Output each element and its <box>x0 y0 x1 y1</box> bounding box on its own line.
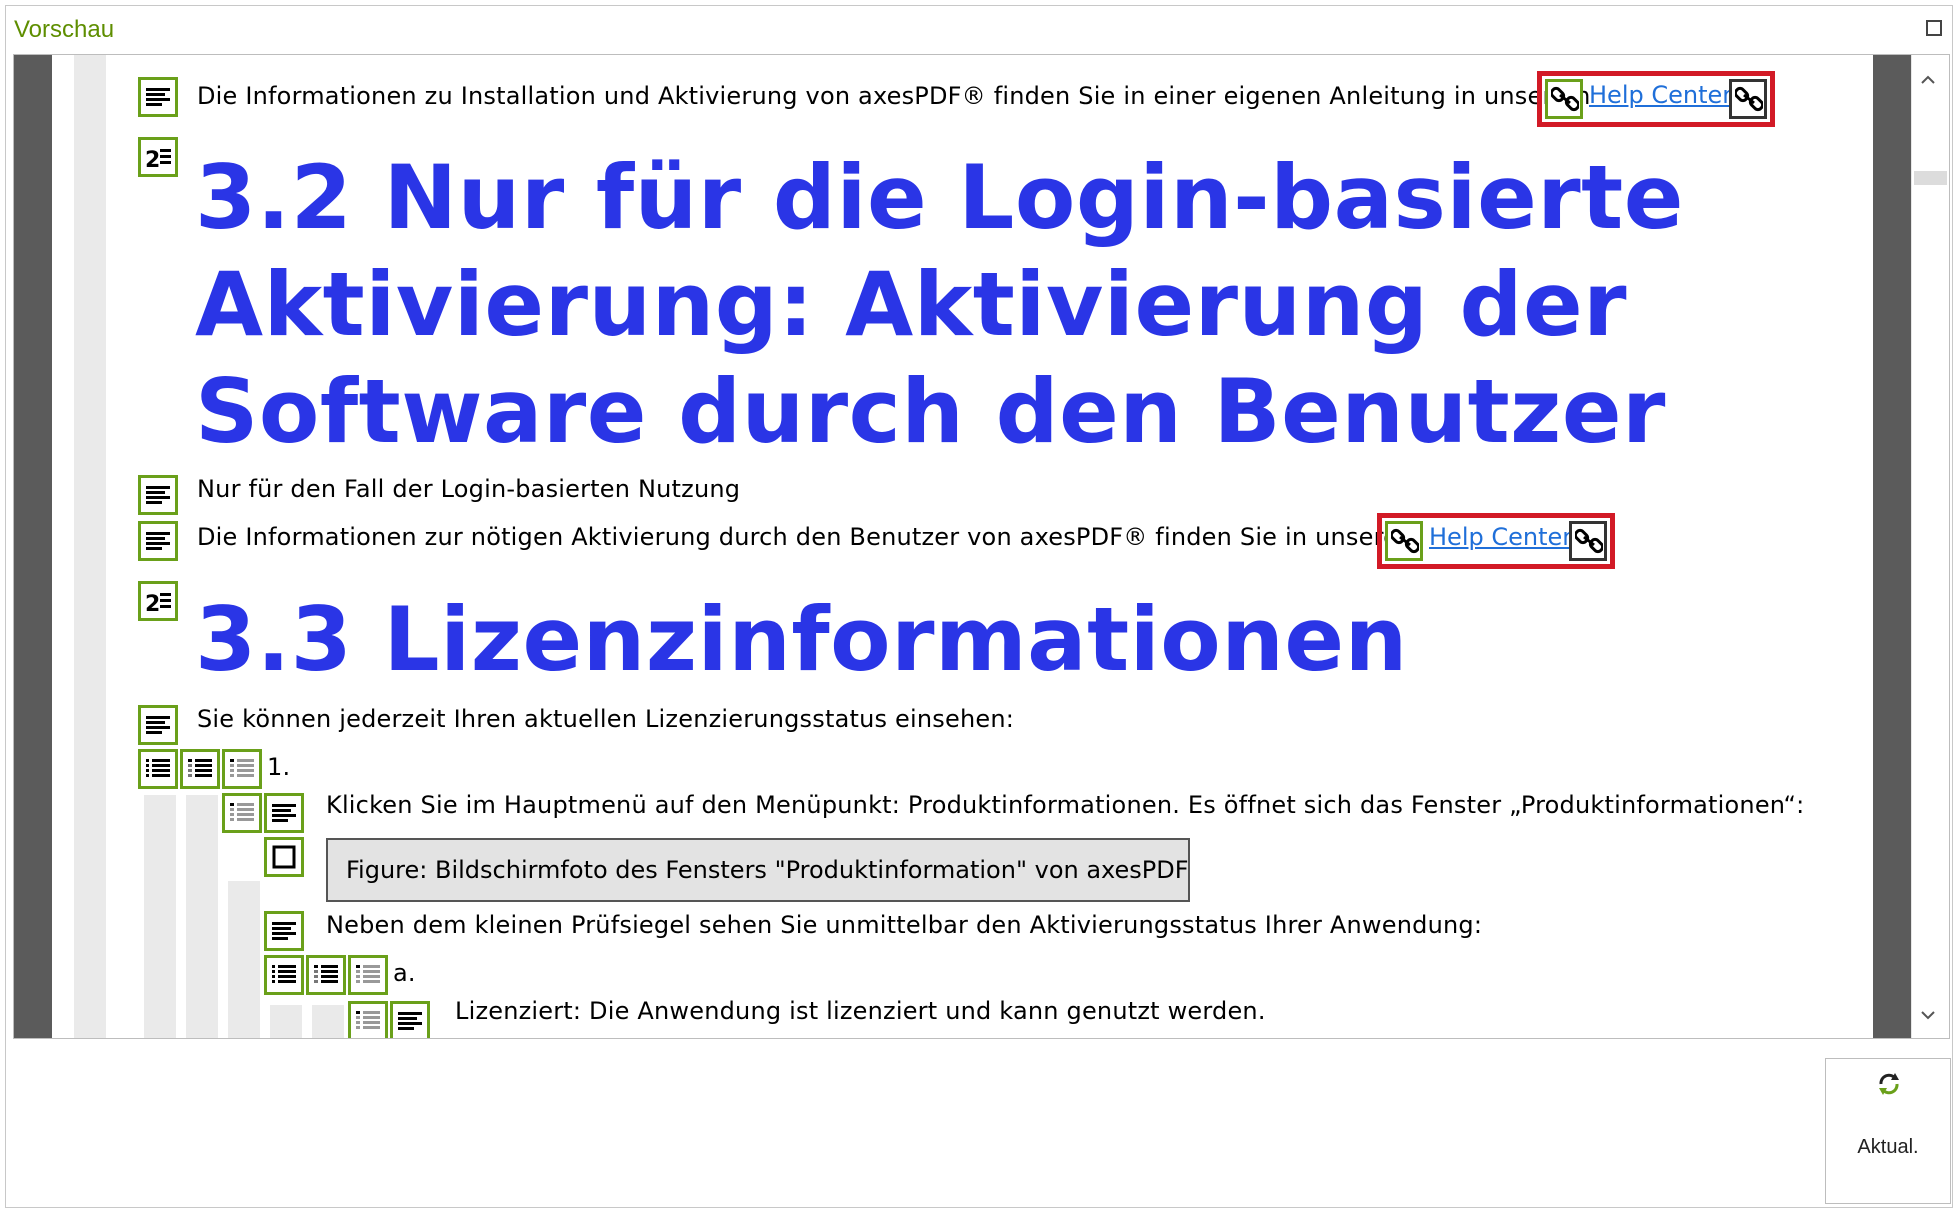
nesting-guide <box>74 55 106 1038</box>
help-center-link-highlight[interactable]: Help Center <box>1377 513 1615 569</box>
scroll-thumb[interactable] <box>1914 171 1947 185</box>
nesting-guide <box>312 1005 344 1038</box>
title-bar: Vorschau <box>6 6 1952 54</box>
scroll-down-icon[interactable] <box>1921 1008 1935 1022</box>
nesting-guide <box>144 795 176 1038</box>
paragraph-tag-icon[interactable] <box>264 793 304 833</box>
heading-3-2-line-1: 3.2 Nur für die Login-basierte <box>195 146 1684 249</box>
preview-viewport[interactable]: Die Informationen zu Installation und Ak… <box>13 54 1950 1039</box>
paragraph-text: Die Informationen zur nötigen Aktivierun… <box>197 523 1422 551</box>
paragraph-text: Nur für den Fall der Login-basierten Nut… <box>197 475 741 503</box>
list-item-tag-icon[interactable] <box>306 955 346 995</box>
help-center-link-highlight[interactable]: Help Center <box>1537 71 1775 127</box>
paragraph-text: Sie können jederzeit Ihren aktuellen Liz… <box>197 705 1015 733</box>
list-body-tag-icon[interactable] <box>222 793 262 833</box>
link-end-icon <box>1569 521 1607 561</box>
list-label-text: 1. <box>267 753 291 781</box>
link-start-icon <box>1385 521 1423 561</box>
nesting-guide <box>186 795 218 1038</box>
list-label-tag-icon[interactable] <box>348 955 388 995</box>
paragraph-tag-icon[interactable] <box>390 1001 430 1038</box>
right-margin-bar <box>1873 55 1911 1038</box>
paragraph-tag-icon[interactable] <box>138 475 178 515</box>
maximize-icon[interactable] <box>1926 20 1942 36</box>
list-tag-icon[interactable] <box>264 955 304 995</box>
list-body-tag-icon[interactable] <box>348 1001 388 1038</box>
paragraph-tag-icon[interactable] <box>138 705 178 745</box>
heading-3-2-line-2: Aktivierung: Aktivierung der <box>195 253 1628 356</box>
list-tag-icon[interactable] <box>138 749 178 789</box>
heading-2-tag-icon[interactable] <box>138 581 178 621</box>
scroll-up-icon[interactable] <box>1921 73 1935 87</box>
paragraph-tag-icon[interactable] <box>264 911 304 951</box>
vertical-scrollbar[interactable] <box>1911 55 1949 1038</box>
list-item-tag-icon[interactable] <box>180 749 220 789</box>
list-label-tag-icon[interactable] <box>222 749 262 789</box>
refresh-button[interactable]: Aktual. <box>1825 1058 1951 1204</box>
paragraph-text: Die Informationen zu Installation und Ak… <box>197 82 1591 110</box>
help-center-link[interactable]: Help Center <box>1429 523 1572 551</box>
nesting-guide <box>228 881 260 1038</box>
refresh-label: Aktual. <box>1857 1136 1919 1158</box>
preview-window: Vorschau Die Informationen zu Installati… <box>5 5 1953 1208</box>
list-label-text: a. <box>393 959 416 987</box>
heading-3-2-line-3: Software durch den Benutzer <box>195 360 1666 463</box>
heading-3-3: 3.3 Lizenzinformationen <box>195 588 1408 691</box>
link-start-icon <box>1545 79 1583 119</box>
nesting-guide <box>270 1005 302 1038</box>
paragraph-tag-icon[interactable] <box>138 521 178 561</box>
paragraph-text: Lizenziert: Die Anwendung ist lizenziert… <box>455 997 1266 1025</box>
paragraph-text: Neben dem kleinen Prüfsiegel sehen Sie u… <box>326 911 1483 939</box>
help-center-link[interactable]: Help Center <box>1589 81 1732 109</box>
paragraph-tag-icon[interactable] <box>138 77 178 117</box>
heading-2-tag-icon[interactable] <box>138 137 178 177</box>
link-end-icon <box>1729 79 1767 119</box>
window-title: Vorschau <box>14 16 115 43</box>
figure-tag-icon[interactable] <box>264 837 304 877</box>
document-tag-preview: Die Informationen zu Installation und Ak… <box>14 55 1873 1038</box>
paragraph-text: Klicken Sie im Hauptmenü auf den Menüpun… <box>326 791 1805 819</box>
refresh-icon <box>1879 1073 1899 1095</box>
figure-placeholder[interactable]: Figure: Bildschirmfoto des Fensters "Pro… <box>326 838 1190 902</box>
